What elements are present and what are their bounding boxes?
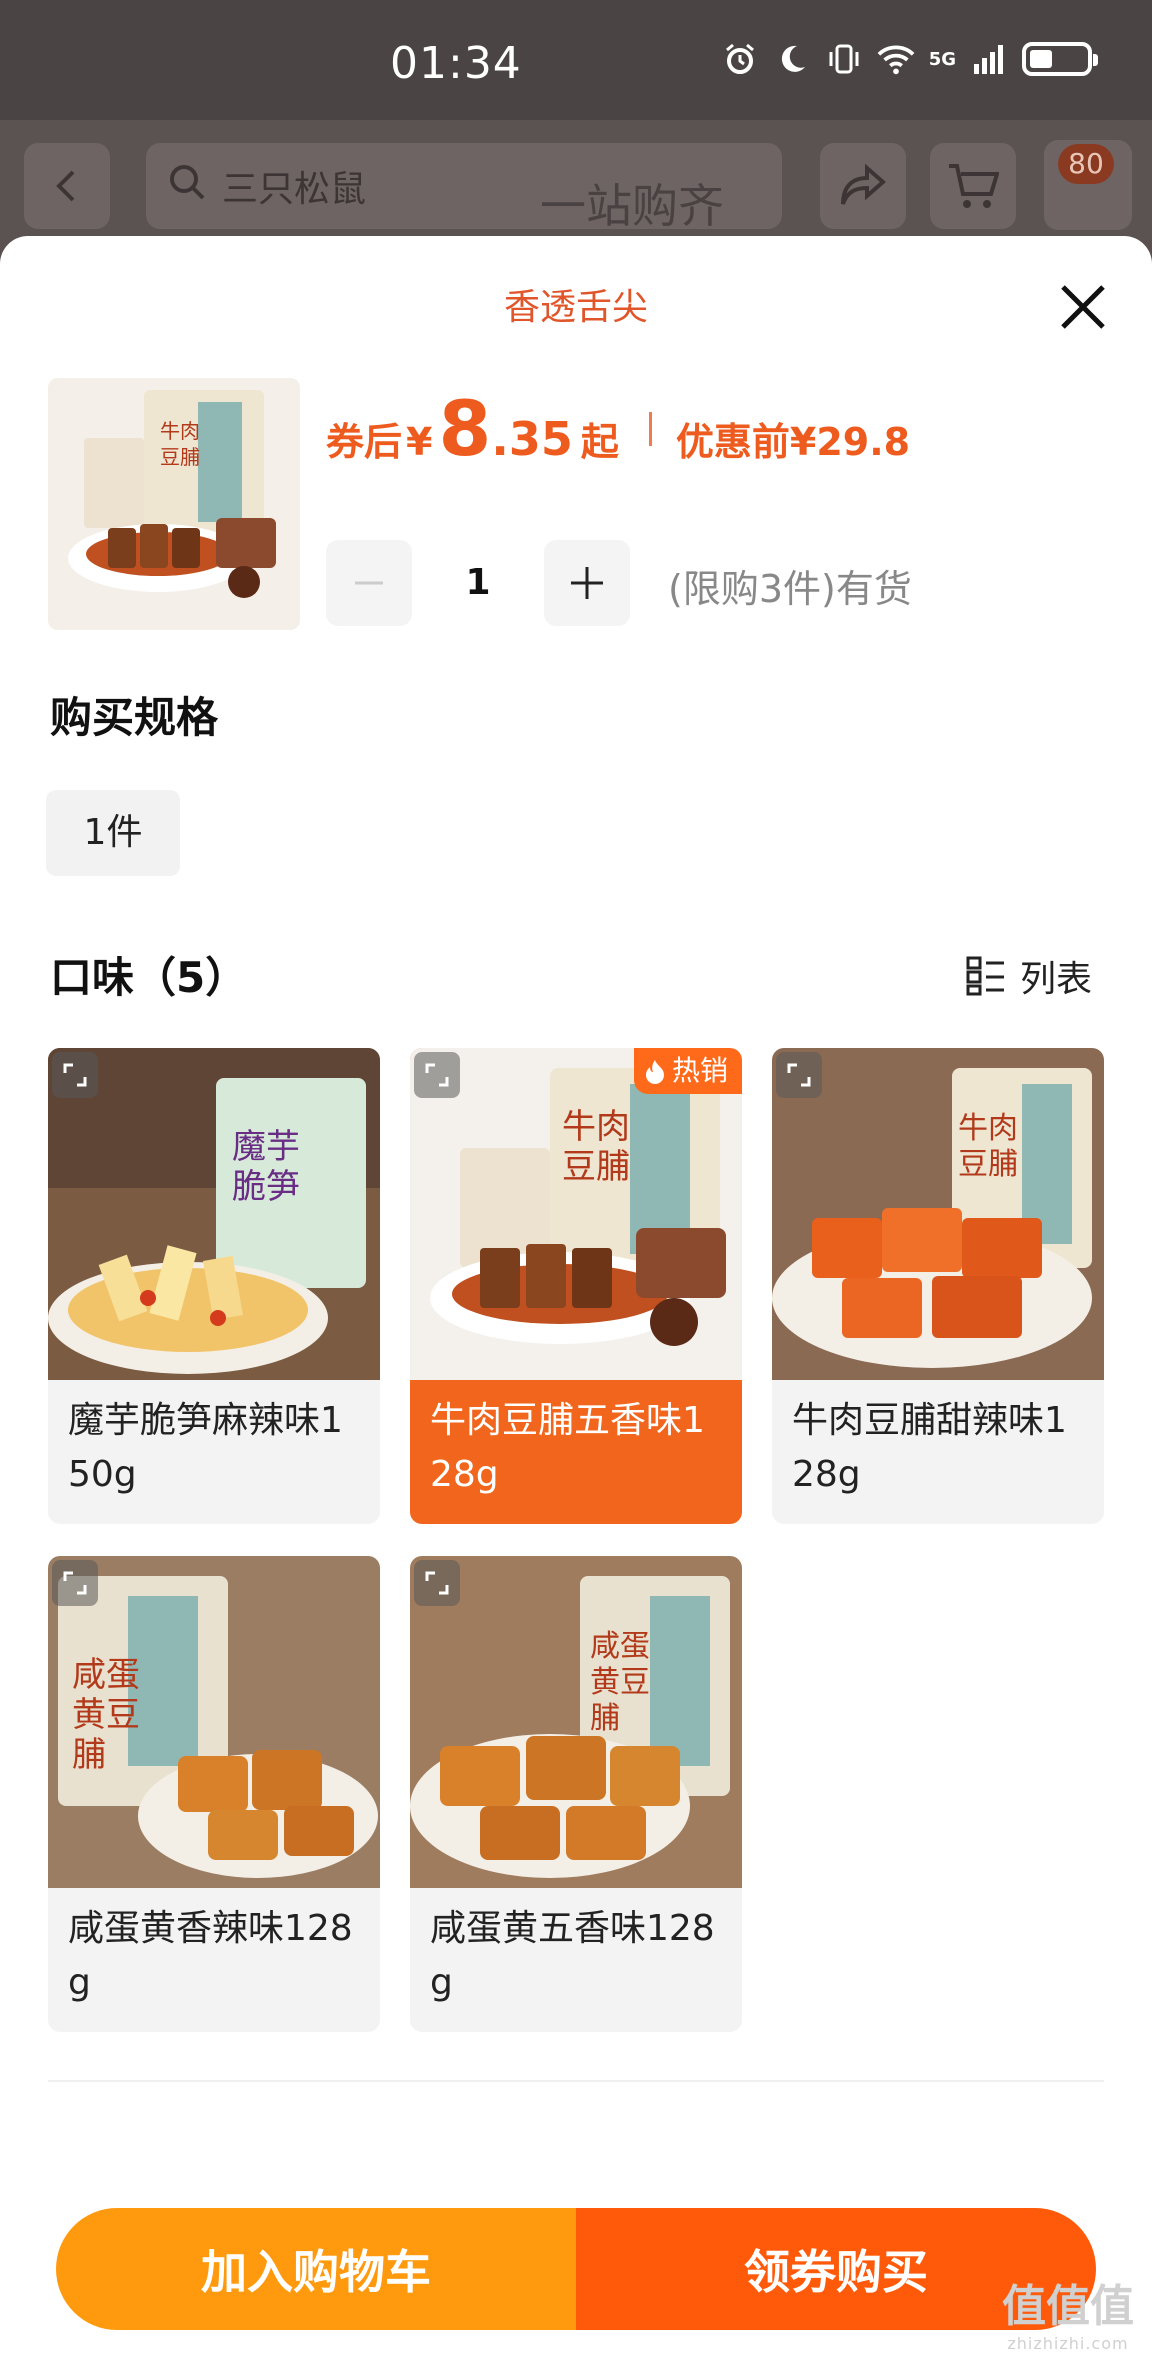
sku-selector-sheet: 香透舌尖 牛肉 豆脯 券后 ¥ 8 .35 起 优惠前 ¥29.8 1 (限购3… [0, 236, 1152, 2376]
alarm-icon [721, 40, 759, 78]
price-divider [648, 411, 652, 446]
close-icon [1061, 285, 1105, 329]
flame-icon [645, 1060, 664, 1084]
divider [48, 2080, 1104, 2082]
svg-text:牛肉: 牛肉 [958, 1111, 1018, 1146]
flavor-option-selected[interactable]: 牛肉 豆脯 热销 牛肉豆脯五香味128g [410, 1048, 742, 1524]
list-view-icon [966, 956, 1004, 996]
search-placeholder: 三只松鼠 [222, 169, 367, 210]
flavor-option[interactable]: 咸蛋 黄豆 脯 咸蛋黄香辣味128g [48, 1556, 380, 2032]
expand-icon[interactable] [414, 1052, 460, 1098]
price-integer: 8 [438, 384, 492, 473]
status-bar: 01:34 5G [0, 0, 1152, 120]
share-icon [841, 164, 887, 205]
svg-text:咸蛋: 咸蛋 [72, 1655, 140, 1695]
cart-icon [949, 164, 999, 208]
signal-icon [970, 40, 1008, 78]
svg-text:黄豆: 黄豆 [72, 1695, 140, 1735]
network-type: 5G [928, 48, 956, 70]
page-banner-text: 一站购齐 [540, 179, 724, 233]
stock-status: (限购3件)有货 [668, 567, 912, 611]
flavor-label: 牛肉豆脯五香味128g [430, 1400, 705, 1495]
svg-text:脯: 脯 [72, 1735, 106, 1775]
cart-count-badge: 80 [1058, 144, 1114, 184]
status-icons: 5G [721, 40, 1098, 78]
svg-text:咸蛋: 咸蛋 [590, 1629, 650, 1664]
quantity-decrease-button[interactable] [326, 540, 412, 626]
hot-sale-label: 热销 [671, 1054, 728, 1087]
flavor-image: 魔芋 脆笋 [48, 1048, 380, 1380]
battery-icon [1022, 42, 1098, 76]
sheet-title: 香透舌尖 [503, 287, 648, 328]
svg-text:脆笋: 脆笋 [232, 1167, 300, 1207]
flavor-option[interactable]: 牛肉 豆脯 牛肉豆脯甜辣味128g [772, 1048, 1104, 1524]
svg-text:豆脯: 豆脯 [160, 445, 200, 469]
flavor-label: 魔芋脆笋麻辣味150g [68, 1400, 343, 1495]
chevron-left-icon [56, 170, 75, 202]
flavor-image: 咸蛋 黄豆 脯 [410, 1556, 742, 1888]
price-suffix: 起 [580, 420, 619, 464]
flavor-image: 咸蛋 黄豆 脯 [48, 1556, 380, 1888]
original-price-value: ¥29.8 [789, 420, 911, 464]
original-price-label: 优惠前 [675, 420, 790, 464]
svg-text:牛肉: 牛肉 [562, 1107, 630, 1147]
list-view-toggle[interactable]: 列表 [966, 950, 1092, 1002]
flavor-image: 牛肉 豆脯 [410, 1048, 742, 1380]
flavor-section-title: 口味（5） [50, 953, 248, 1002]
svg-text:魔芋: 魔芋 [232, 1127, 300, 1167]
svg-text:豆脯: 豆脯 [562, 1147, 630, 1187]
watermark-main: 值值值 [1002, 2281, 1134, 2332]
watermark-sub: zhizhizhi.com [1007, 2334, 1129, 2353]
flavor-label: 咸蛋黄香辣味128g [68, 1908, 353, 2003]
plus-icon [571, 567, 603, 599]
currency-symbol: ¥ [406, 420, 433, 464]
moon-icon [773, 40, 811, 78]
flavor-image: 牛肉 豆脯 [772, 1048, 1104, 1380]
hot-sale-badge: 热销 [633, 1048, 742, 1094]
vibrate-icon [825, 40, 863, 78]
expand-icon[interactable] [776, 1052, 822, 1098]
coupon-price-label: 券后 [326, 420, 403, 464]
svg-text:豆脯: 豆脯 [958, 1147, 1018, 1182]
expand-icon[interactable] [52, 1560, 98, 1606]
close-button[interactable] [1050, 274, 1116, 340]
product-thumbnail[interactable]: 牛肉 豆脯 [48, 378, 300, 630]
svg-text:牛肉: 牛肉 [160, 419, 200, 443]
minus-icon [355, 581, 383, 585]
flavor-option[interactable]: 咸蛋 黄豆 脯 咸蛋黄五香味128g [410, 1556, 742, 2032]
cart-button[interactable] [930, 143, 1016, 229]
add-to-cart-button[interactable]: 加入购物车 [56, 2208, 576, 2330]
expand-icon[interactable] [414, 1560, 460, 1606]
watermark: 值值值 zhizhizhi.com [1002, 2270, 1134, 2353]
svg-text:脯: 脯 [590, 1701, 620, 1736]
wifi-icon [877, 40, 915, 78]
quantity-increase-button[interactable] [544, 540, 630, 626]
spec-section-title: 购买规格 [50, 693, 219, 742]
back-button[interactable] [24, 143, 110, 229]
flavor-label: 牛肉豆脯甜辣味128g [792, 1400, 1067, 1495]
price-decimal: .35 [491, 412, 573, 466]
svg-text:黄豆: 黄豆 [590, 1665, 650, 1700]
status-time: 01:34 [390, 38, 522, 89]
share-button[interactable] [820, 143, 906, 229]
flavor-label: 咸蛋黄五香味128g [430, 1908, 715, 2003]
search-icon [168, 163, 206, 210]
spec-option[interactable]: 1件 [46, 790, 180, 876]
message-button[interactable]: 80 [1044, 140, 1132, 230]
flavor-option[interactable]: 魔芋 脆笋 魔芋脆笋麻辣味150g [48, 1048, 380, 1524]
expand-icon[interactable] [52, 1052, 98, 1098]
quantity-value[interactable]: 1 [412, 540, 544, 626]
price-row: 券后 ¥ 8 .35 起 优惠前 ¥29.8 [326, 384, 910, 473]
list-view-label: 列表 [1020, 959, 1093, 1000]
